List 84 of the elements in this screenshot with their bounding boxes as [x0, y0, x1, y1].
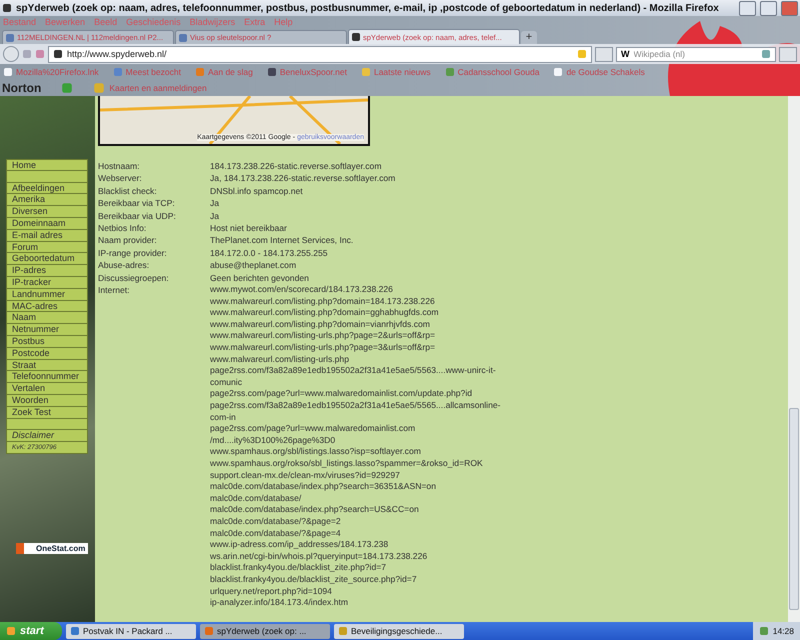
field-value: ThePlanet.com Internet Services, Inc. [210, 234, 354, 247]
url-link[interactable]: urlquery.net/report.php?id=1094 [210, 586, 510, 598]
field-value: Geen berichten gevonden [210, 272, 310, 284]
field-value: Ja, 184.173.238.226-static.reverse.softlayer.com [210, 172, 396, 185]
field-value: Ja [210, 197, 220, 210]
new-tab-button[interactable]: + [521, 31, 537, 44]
url-link[interactable]: ip-analyzer.info/184.173.4/index.htm [210, 597, 510, 609]
url-link[interactable]: page2rss.com/page?url=www.malwaredomainlist.com/update.php?id [210, 388, 510, 400]
field-value: Host niet bereikbaar [210, 222, 288, 234]
url-link[interactable]: www.malwareurl.com/listing-urls.php?page=2&urls=off&rp= [210, 330, 510, 342]
nav-link[interactable]: E-mail adres [6, 230, 88, 242]
nav-link[interactable]: Straat [6, 360, 88, 372]
nav-link[interactable]: Telefoonnummer [6, 371, 88, 384]
url-link[interactable]: blacklist.franky4you.de/blacklist_zite.php?id=7 [210, 562, 510, 574]
search-input[interactable]: Wikipedia (nl) [634, 49, 757, 59]
nav-link[interactable]: Landnummer [6, 288, 88, 301]
url-link[interactable]: www.spamhaus.org/sbl/listings.lasso?isp=softlayer.com [210, 446, 510, 458]
url-link[interactable]: malc0de.com/database/index.php?search=36351&ASN=on [210, 481, 510, 493]
url-link[interactable]: blacklist.franky4you.de/blacklist_zite_source.php?id=7 [210, 574, 510, 586]
field-label: Webserver: [98, 172, 143, 185]
url-link[interactable]: malc0de.com/database/index.php?search=US&CC=on [210, 504, 510, 516]
url-link[interactable]: malc0de.com/database/?&page=4 [210, 528, 510, 540]
nav-link[interactable]: MAC-adres [6, 300, 88, 312]
back-button[interactable] [3, 46, 19, 62]
url-link[interactable]: www.mywot.com/en/scorecard/184.173.238.226 [210, 284, 510, 296]
nav-link[interactable]: Amerika [6, 194, 88, 206]
url-link[interactable]: www.malwareurl.com/listing.php?domain=184.173.238.226 [210, 296, 510, 308]
search-engine-label[interactable]: W [621, 49, 630, 59]
search-field[interactable]: W Wikipedia (nl) [616, 46, 776, 62]
field-value: Ja [210, 210, 220, 222]
nav-link[interactable]: Netnummer [6, 324, 88, 336]
url-link[interactable]: support.clean-mx.de/clean-mx/viruses?id=929297 [210, 470, 510, 482]
close-button[interactable] [781, 0, 798, 16]
nav-link[interactable]: IP-tracker [6, 276, 88, 289]
url-link[interactable]: www.ip-adress.com/ip_addresses/184.173.238 [210, 539, 510, 551]
url-link[interactable]: www.malwareurl.com/listing-urls.php [210, 354, 510, 366]
field-label: Netbios Info: [98, 222, 148, 234]
nav-link[interactable]: Disclaimer [6, 430, 88, 442]
field-value: DNSbl.info spamcop.net [210, 184, 304, 198]
nav-link[interactable]: Diversen [6, 206, 88, 218]
url-link[interactable]: malc0de.com/database/ [210, 492, 510, 504]
nav-link[interactable]: Forum [6, 242, 88, 254]
field-label: Internet: [98, 284, 131, 298]
brand-name: Norton [2, 81, 42, 95]
field-label: Hostnaam: [98, 160, 141, 172]
minimize-button[interactable] [739, 0, 756, 16]
taskbar-button[interactable]: Postvak IN - Packard ... [66, 624, 196, 638]
maximize-button[interactable] [760, 0, 777, 16]
field-label: Bereikbaar via TCP: [98, 197, 176, 210]
nav-link[interactable]: Naam [6, 312, 88, 324]
url-link[interactable]: www.malwareurl.com/listing.php?domain=gghabhugfds.com [210, 307, 510, 319]
url-link[interactable]: ws.arin.net/cgi-bin/whois.pl?queryinput=184.173.238.226 [210, 550, 510, 562]
address-field[interactable]: http://www.spyderweb.nl/ [48, 46, 592, 62]
scrollbar[interactable] [788, 96, 800, 622]
nav-link[interactable]: IP-adres [6, 265, 88, 277]
taskbar-button[interactable]: Beveiligingsgeschiede... [334, 624, 464, 638]
window-title: spYderweb (zoek op: naam, adres, telefoonnummer, postbus, postbusnummer, e-mail, ip ,postcode of geboortedatum in nederland) - Mozilla Firefox [16, 2, 720, 14]
field-label: Discussiegroepen: [98, 272, 170, 284]
field-label: Blacklist check: [98, 184, 158, 198]
nav-link[interactable]: Postbus [6, 336, 88, 348]
nav-link[interactable]: Vertalen [6, 383, 88, 395]
nav-link[interactable]: Afbeeldingen [6, 182, 88, 194]
nav-link[interactable]: Geboortedatum [6, 253, 88, 266]
url-link[interactable]: www.spamhaus.org/rokso/sbl_listings.lasso?spammer=&rokso_id=ROK [210, 458, 510, 470]
clock: 14:28 [772, 626, 794, 636]
field-value: 184.172.0.0 - 184.173.255.255 [210, 246, 329, 260]
field-value: 184.173.238.226-static.reverse.softlayer.com [210, 160, 382, 172]
nav-link[interactable]: Woorden [6, 394, 88, 407]
nav-link[interactable]: Postcode [6, 348, 88, 360]
field-label: Abuse-adres: [98, 259, 150, 272]
field-label: Bereikbaar via UDP: [98, 210, 177, 222]
field-label: Naam provider: [98, 234, 158, 247]
field-value: abuse@theplanet.com [210, 259, 298, 272]
reload-button[interactable] [595, 46, 613, 62]
url-link[interactable]: www.malwareurl.com/listing.php?domain=vianrhjvfds.com [210, 318, 510, 330]
nav-link[interactable]: Home [6, 159, 88, 171]
nav-link[interactable]: Domeinnaam [6, 218, 88, 230]
url-link[interactable]: malc0de.com/database/?&page=2 [210, 516, 510, 528]
taskbar-button[interactable]: spYderweb (zoek op: ... [200, 624, 330, 638]
home-button[interactable] [779, 46, 797, 62]
nav-link[interactable]: Zoek Test [6, 406, 88, 419]
field-label: IP-range provider: [98, 246, 168, 260]
counter-badge[interactable]: OneStat.com [16, 543, 88, 554]
url-link[interactable]: www.malwareurl.com/listing-urls.php?page=3&urls=off&rp= [210, 342, 510, 354]
